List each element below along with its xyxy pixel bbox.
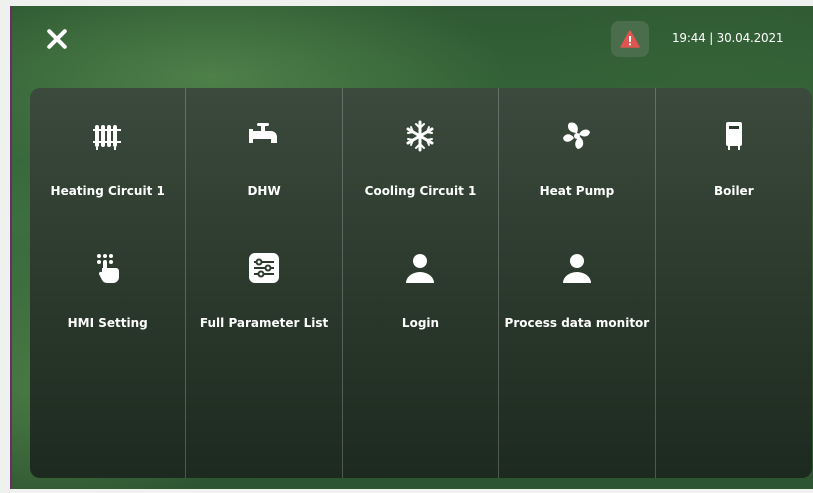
menu-item-hmi-setting[interactable]: HMI Setting <box>30 248 185 360</box>
menu-column: Boiler <box>656 88 812 478</box>
boiler-icon <box>725 122 742 150</box>
menu-column: DHW Full Parameter List <box>186 88 343 478</box>
close-button[interactable] <box>42 24 72 54</box>
screen: 19:44 | 30.04.2021 Heating Circuit 1 HMI… <box>10 6 813 489</box>
faucet-icon <box>249 123 278 143</box>
menu-item-label: Full Parameter List <box>199 316 329 330</box>
menu-item-heating-circuit-1[interactable]: Heating Circuit 1 <box>30 116 185 228</box>
menu-item-label: Heat Pump <box>539 184 615 198</box>
menu-item-label: Boiler <box>713 184 754 198</box>
menu-item-login[interactable]: Login <box>343 248 498 360</box>
menu-item-label: Cooling Circuit 1 <box>364 184 477 198</box>
alarm-button[interactable] <box>611 21 649 57</box>
touch-icon <box>96 254 119 283</box>
user-icon <box>406 254 435 283</box>
user-icon <box>562 254 591 283</box>
radiator-icon <box>92 125 121 150</box>
menu-item-process-data-monitor[interactable]: Process data monitor <box>499 248 654 360</box>
menu-item-dhw[interactable]: DHW <box>186 116 341 228</box>
menu-item-full-parameter-list[interactable]: Full Parameter List <box>186 248 341 360</box>
menu-item-boiler[interactable]: Boiler <box>656 116 812 228</box>
menu-column: Cooling Circuit 1 Login <box>343 88 500 478</box>
menu-item-cooling-circuit-1[interactable]: Cooling Circuit 1 <box>343 116 498 228</box>
menu-panel: Heating Circuit 1 HMI Setting DHW Full P… <box>30 88 812 478</box>
datetime: 19:44 | 30.04.2021 <box>672 31 784 45</box>
menu-item-heat-pump[interactable]: Heat Pump <box>499 116 654 228</box>
fan-icon <box>562 122 590 149</box>
menu-item-label: Login <box>401 316 440 330</box>
menu-item-label: Heating Circuit 1 <box>50 184 165 198</box>
menu-column: Heat Pump Process data monitor <box>499 88 656 478</box>
sliders-icon <box>249 253 280 283</box>
menu-item-label: HMI Setting <box>67 316 148 330</box>
menu-column: Heating Circuit 1 HMI Setting <box>30 88 187 478</box>
menu-item-label: Process data monitor <box>504 316 650 330</box>
menu-item-label: DHW <box>247 184 281 198</box>
warning-icon <box>620 30 640 48</box>
snowflake-icon <box>406 120 434 152</box>
